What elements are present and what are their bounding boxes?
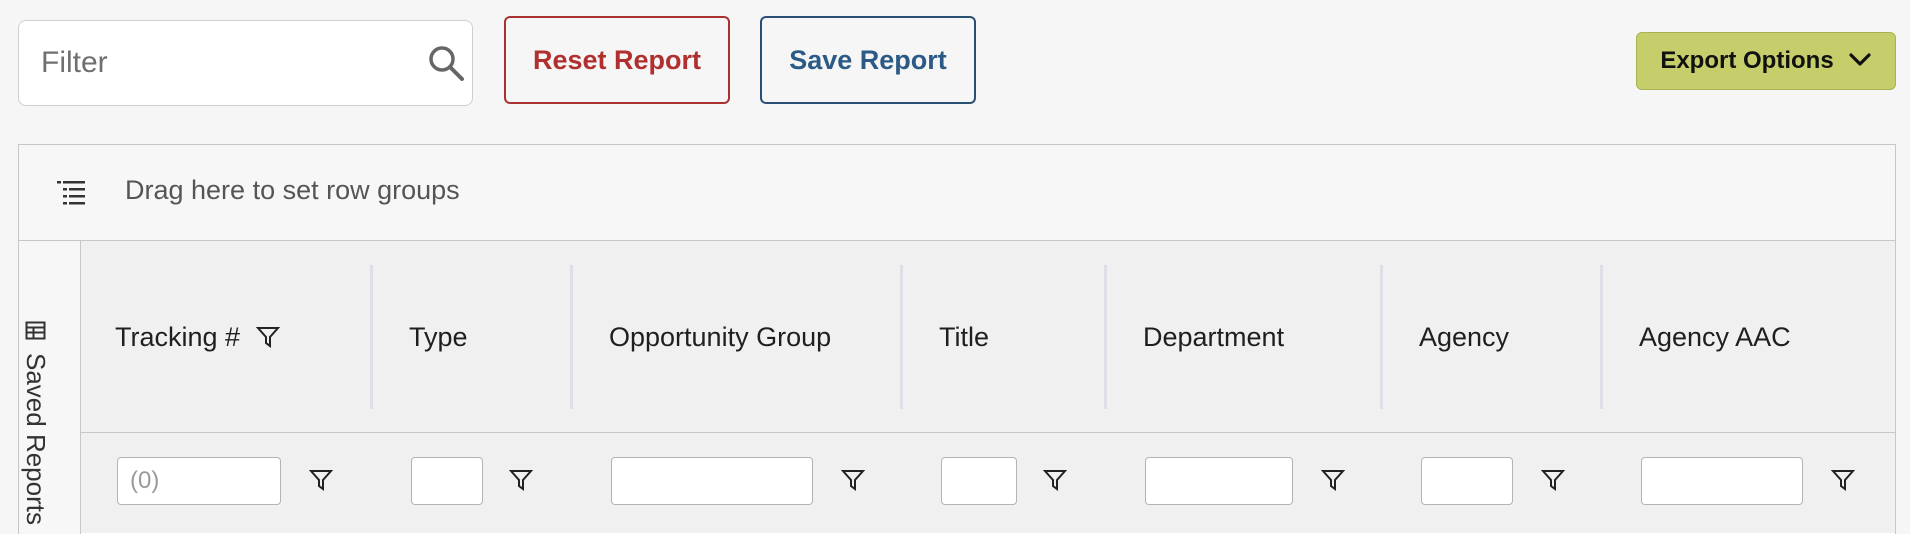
column-header-label: Title — [939, 321, 990, 352]
title-filter-input[interactable] — [941, 457, 1017, 505]
save-report-button[interactable]: Save Report — [760, 16, 976, 104]
column-header-label: Department — [1143, 321, 1285, 352]
column-header-label: Type — [409, 321, 468, 352]
filter-input[interactable] — [41, 46, 427, 80]
data-grid: Drag here to set row groups Saved Report… — [18, 144, 1896, 534]
column-header-opportunity-group[interactable]: Opportunity Group — [609, 241, 831, 433]
column-resize-handle[interactable] — [370, 265, 373, 409]
column-header-agency[interactable]: Agency — [1419, 241, 1509, 433]
row-group-drop-zone[interactable]: Drag here to set row groups — [19, 145, 1895, 241]
filter-icon[interactable] — [1830, 469, 1856, 493]
chevron-down-icon — [1848, 47, 1872, 75]
column-header-label: Tracking # — [115, 321, 241, 352]
table-icon — [25, 316, 46, 347]
search-icon[interactable] — [427, 43, 465, 83]
column-resize-handle[interactable] — [1600, 265, 1603, 409]
saved-reports-tab[interactable]: Saved Reports — [21, 321, 73, 534]
tracking-filter-input[interactable]: (0) — [117, 457, 281, 505]
filter-icon[interactable] — [308, 469, 334, 493]
agency-aac-filter-input[interactable] — [1641, 457, 1803, 505]
column-resize-handle[interactable] — [900, 265, 903, 409]
column-header-title[interactable]: Title — [939, 241, 989, 433]
type-filter-input[interactable] — [411, 457, 483, 505]
reset-report-button[interactable]: Reset Report — [504, 16, 730, 104]
column-header-department[interactable]: Department — [1143, 241, 1284, 433]
opportunity-group-filter-input[interactable] — [611, 457, 813, 505]
row-group-hint: Drag here to set row groups — [125, 175, 460, 205]
filter-icon[interactable] — [508, 469, 534, 493]
agency-filter-input[interactable] — [1421, 457, 1513, 505]
export-options-button[interactable]: Export Options — [1636, 32, 1896, 90]
column-header-row: Tracking # Type Opportunity Group Title … — [81, 241, 1895, 433]
column-filter-row: (0) — [81, 433, 1895, 533]
column-header-agency-aac[interactable]: Agency AAC — [1639, 241, 1791, 433]
column-header-type[interactable]: Type — [409, 241, 468, 433]
column-resize-handle[interactable] — [1380, 265, 1383, 409]
column-resize-handle[interactable] — [1104, 265, 1107, 409]
filter-icon[interactable] — [1320, 469, 1346, 493]
department-filter-input[interactable] — [1145, 457, 1293, 505]
active-filter-icon — [256, 326, 281, 348]
column-header-tracking[interactable]: Tracking # — [115, 241, 281, 433]
row-groups-icon — [57, 181, 85, 205]
saved-reports-label: Saved Reports — [21, 353, 51, 525]
filter-icon[interactable] — [1042, 469, 1068, 493]
column-header-label: Agency — [1419, 321, 1510, 352]
filter-box[interactable] — [18, 20, 473, 106]
export-options-label: Export Options — [1660, 47, 1834, 74]
column-resize-handle[interactable] — [570, 265, 573, 409]
column-header-label: Agency AAC — [1639, 321, 1791, 352]
filter-icon[interactable] — [1540, 469, 1566, 493]
filter-icon[interactable] — [840, 469, 866, 493]
column-header-label: Opportunity Group — [609, 321, 832, 352]
side-panel: Saved Reports — [19, 241, 81, 534]
